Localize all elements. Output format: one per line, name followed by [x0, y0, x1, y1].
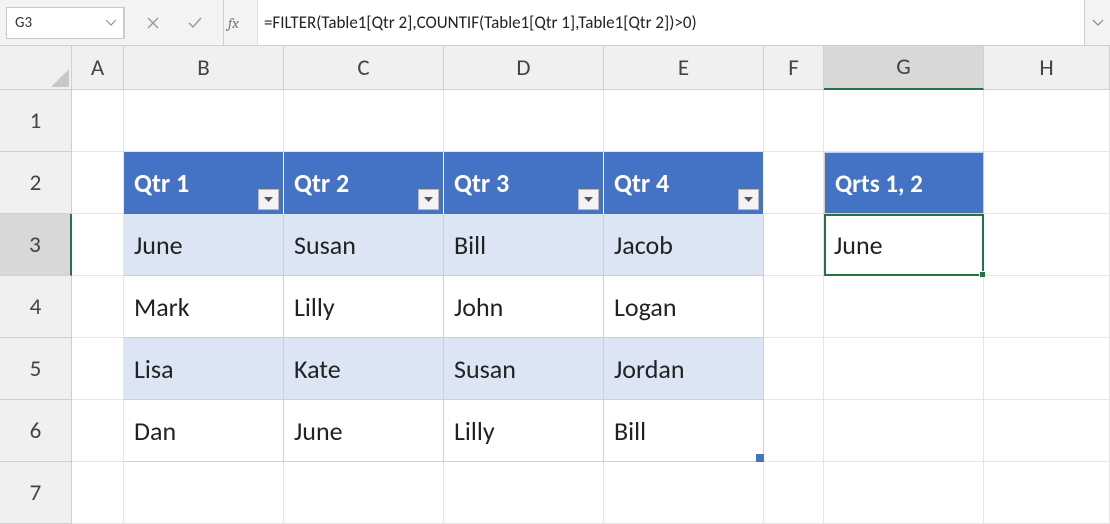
- cell-A2[interactable]: [72, 152, 124, 214]
- formula-input[interactable]: =FILTER(Table1[Qtr 2],COUNTIF(Table1[Qtr…: [257, 0, 1084, 45]
- cell-A6[interactable]: [72, 400, 124, 462]
- col-head-G[interactable]: G: [824, 46, 984, 90]
- row-head-2[interactable]: 2: [0, 152, 72, 214]
- cell-F7[interactable]: [764, 462, 824, 524]
- formula-bar-buttons: [125, 0, 223, 45]
- cell-A3[interactable]: [72, 214, 124, 276]
- cell-A4[interactable]: [72, 276, 124, 338]
- cell-C7[interactable]: [284, 462, 444, 524]
- cancel-button[interactable]: [143, 13, 163, 33]
- cell-C4[interactable]: Lilly: [284, 276, 444, 338]
- formula-text: =FILTER(Table1[Qtr 2],COUNTIF(Table1[Qtr…: [264, 12, 697, 33]
- cell-C6[interactable]: June: [284, 400, 444, 462]
- table-header-qtr2[interactable]: Qtr 2: [284, 152, 444, 214]
- cell-H2[interactable]: [984, 152, 1110, 214]
- cell-G6[interactable]: [824, 400, 984, 462]
- cell-G1[interactable]: [824, 90, 984, 152]
- cell-B4[interactable]: Mark: [124, 276, 284, 338]
- cell-B5[interactable]: Lisa: [124, 338, 284, 400]
- cell-B6[interactable]: Dan: [124, 400, 284, 462]
- col-head-E[interactable]: E: [604, 46, 764, 90]
- cell-E1[interactable]: [604, 90, 764, 152]
- cell-D3[interactable]: Bill: [444, 214, 604, 276]
- cell-E4[interactable]: Logan: [604, 276, 764, 338]
- cell-F6[interactable]: [764, 400, 824, 462]
- cell-G5[interactable]: [824, 338, 984, 400]
- cell-H3[interactable]: [984, 214, 1110, 276]
- cell-D1[interactable]: [444, 90, 604, 152]
- excel-window: G3 fx =FILTER(Table1[Qtr 2],COUNTIF(Tabl…: [0, 0, 1110, 524]
- cell-H5[interactable]: [984, 338, 1110, 400]
- name-box-dropdown-icon[interactable]: [103, 12, 119, 34]
- table-resize-handle-icon[interactable]: [756, 454, 764, 462]
- cell-B7[interactable]: [124, 462, 284, 524]
- name-box-value: G3: [15, 14, 32, 32]
- cell-B1[interactable]: [124, 90, 284, 152]
- cell-D7[interactable]: [444, 462, 604, 524]
- cell-F3[interactable]: [764, 214, 824, 276]
- row-head-4[interactable]: 4: [0, 276, 72, 338]
- col-head-F[interactable]: F: [764, 46, 824, 90]
- enter-button[interactable]: [185, 13, 205, 33]
- row-head-5[interactable]: 5: [0, 338, 72, 400]
- cell-H6[interactable]: [984, 400, 1110, 462]
- cell-E5[interactable]: Jordan: [604, 338, 764, 400]
- cell-F5[interactable]: [764, 338, 824, 400]
- name-box[interactable]: G3: [6, 7, 124, 39]
- cell-E7[interactable]: [604, 462, 764, 524]
- cell-F4[interactable]: [764, 276, 824, 338]
- insert-function[interactable]: fx: [223, 0, 257, 45]
- table-header-qtr1[interactable]: Qtr 1: [124, 152, 284, 214]
- cell-D6[interactable]: Lilly: [444, 400, 604, 462]
- filter-dropdown-icon[interactable]: [738, 189, 759, 210]
- expand-formula-bar-button[interactable]: [1084, 0, 1110, 45]
- filter-dropdown-icon[interactable]: [578, 189, 599, 210]
- cell-A1[interactable]: [72, 90, 124, 152]
- cell-E6[interactable]: Bill: [604, 400, 764, 462]
- cell-A5[interactable]: [72, 338, 124, 400]
- cell-D4[interactable]: John: [444, 276, 604, 338]
- col-head-A[interactable]: A: [72, 46, 124, 90]
- col-head-D[interactable]: D: [444, 46, 604, 90]
- cell-E3[interactable]: Jacob: [604, 214, 764, 276]
- worksheet-grid[interactable]: A B C D E F G H 1 2 Qtr 1 Qtr 2 Qtr 3: [0, 46, 1110, 524]
- col-head-H[interactable]: H: [984, 46, 1110, 90]
- result-header[interactable]: Qrts 1, 2: [824, 152, 984, 214]
- fx-icon: fx: [228, 14, 239, 32]
- filter-dropdown-icon[interactable]: [418, 189, 439, 210]
- cell-F1[interactable]: [764, 90, 824, 152]
- cell-D5[interactable]: Susan: [444, 338, 604, 400]
- filter-dropdown-icon[interactable]: [258, 189, 279, 210]
- row-head-3[interactable]: 3: [0, 214, 72, 276]
- cell-G3[interactable]: June: [824, 214, 984, 276]
- name-box-wrap: G3: [0, 0, 124, 45]
- col-head-C[interactable]: C: [284, 46, 444, 90]
- cell-H4[interactable]: [984, 276, 1110, 338]
- cell-G7[interactable]: [824, 462, 984, 524]
- row-head-1[interactable]: 1: [0, 90, 72, 152]
- cell-F2[interactable]: [764, 152, 824, 214]
- row-head-7[interactable]: 7: [0, 462, 72, 524]
- cell-A7[interactable]: [72, 462, 124, 524]
- cell-C5[interactable]: Kate: [284, 338, 444, 400]
- col-head-B[interactable]: B: [124, 46, 284, 90]
- cell-C1[interactable]: [284, 90, 444, 152]
- cell-H1[interactable]: [984, 90, 1110, 152]
- row-head-6[interactable]: 6: [0, 400, 72, 462]
- table-header-qtr3[interactable]: Qtr 3: [444, 152, 604, 214]
- table-header-qtr4[interactable]: Qtr 4: [604, 152, 764, 214]
- cell-G4[interactable]: [824, 276, 984, 338]
- formula-bar: G3 fx =FILTER(Table1[Qtr 2],COUNTIF(Tabl…: [0, 0, 1110, 46]
- select-all-corner[interactable]: [0, 46, 72, 90]
- cell-B3[interactable]: June: [124, 214, 284, 276]
- cell-C3[interactable]: Susan: [284, 214, 444, 276]
- cell-H7[interactable]: [984, 462, 1110, 524]
